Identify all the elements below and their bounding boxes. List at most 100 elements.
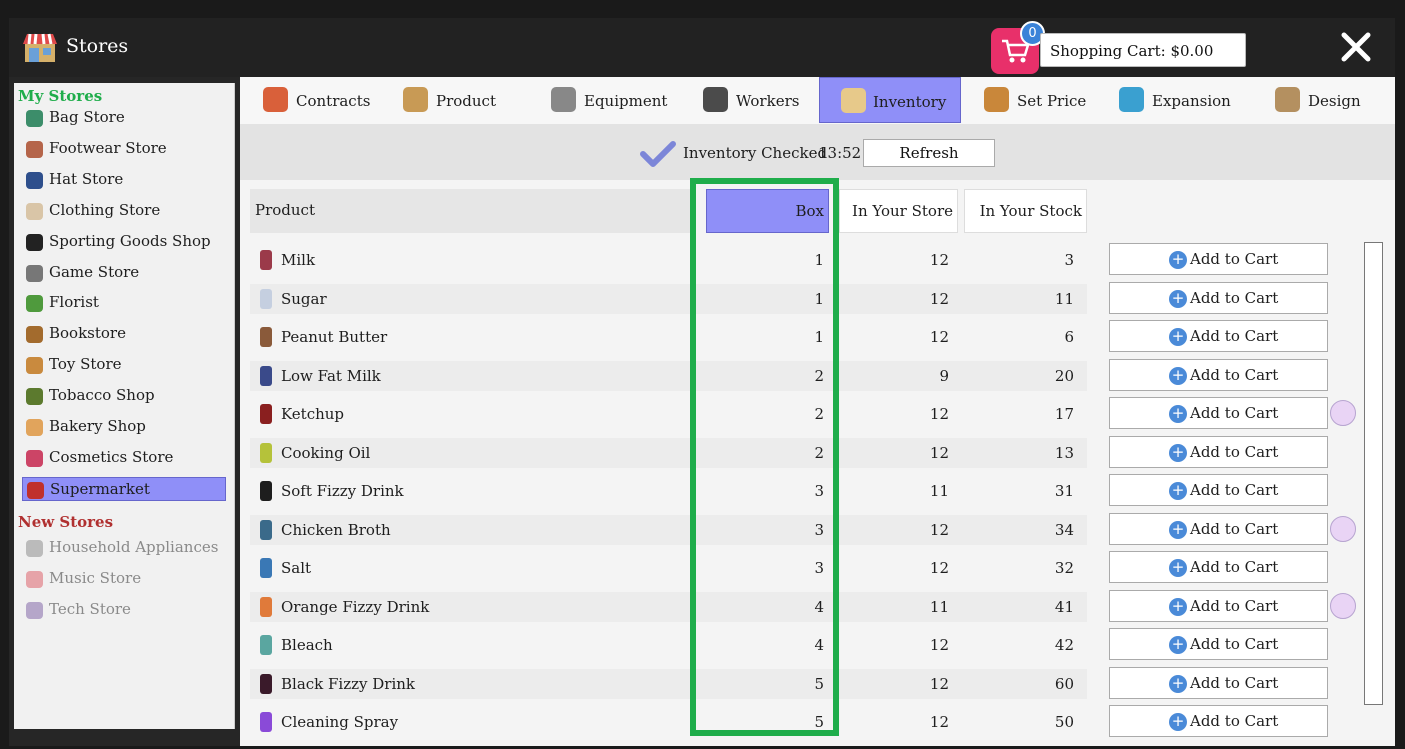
add-to-cart-label: Add to Cart: [1190, 327, 1279, 345]
in-store-count: 12: [929, 251, 949, 269]
in-store-count: 12: [929, 559, 949, 577]
sidebar-item-sporting-goods-shop[interactable]: Sporting Goods Shop: [22, 230, 226, 254]
product-icon: [260, 250, 272, 270]
inventory-check-time: 13:52: [818, 144, 862, 162]
soccer-ball-icon: [26, 233, 43, 251]
sidebar-item-label: Footwear Store: [49, 138, 167, 157]
cart-total-label[interactable]: Shopping Cart: $0.00: [1040, 33, 1246, 67]
sidebar-item-florist[interactable]: Florist: [22, 291, 226, 315]
in-stock-count: 50: [1054, 713, 1074, 731]
add-to-cart-button[interactable]: + Add to Cart: [1109, 435, 1328, 468]
tab-set-price[interactable]: Set Price: [961, 77, 1095, 123]
in-stock-count: 31: [1054, 482, 1074, 500]
sidebar-item-label: Bookstore: [49, 324, 126, 343]
sidebar-item-label: Music Store: [49, 569, 142, 587]
plus-icon: +: [1169, 559, 1187, 577]
add-to-cart-label: Add to Cart: [1190, 673, 1279, 692]
refresh-button[interactable]: Refresh: [863, 139, 995, 167]
add-to-cart-button[interactable]: + Add to Cart: [1109, 281, 1328, 314]
tab-inventory[interactable]: Inventory: [819, 77, 961, 123]
product-icon: [260, 404, 272, 424]
sidebar-item-hat-store[interactable]: Hat Store: [22, 168, 226, 192]
sidebar-item-bag-store[interactable]: Bag Store: [22, 106, 226, 130]
promotion-icon[interactable]: [1330, 400, 1356, 426]
sidebar-item-footwear-store[interactable]: Footwear Store: [22, 137, 226, 161]
cosmetics-icon: [26, 449, 43, 467]
sidebar-item-tech-store[interactable]: Tech Store: [22, 598, 226, 622]
tab-design[interactable]: Design: [1252, 77, 1395, 123]
promotion-icon[interactable]: [1330, 592, 1356, 619]
sidebar-item-toy-store[interactable]: Toy Store: [22, 353, 226, 377]
sidebar-item-clothing-store[interactable]: Clothing Store: [22, 199, 226, 223]
close-icon[interactable]: [1339, 30, 1373, 64]
add-to-cart-button[interactable]: + Add to Cart: [1109, 589, 1328, 622]
gamepad-icon: [26, 264, 43, 282]
sidebar-item-bookstore[interactable]: Bookstore: [22, 322, 226, 346]
add-to-cart-label: Add to Cart: [1190, 442, 1279, 461]
tab-equipment[interactable]: Equipment: [528, 77, 670, 123]
add-to-cart-button[interactable]: + Add to Cart: [1109, 705, 1328, 737]
box-count: 3: [814, 482, 824, 500]
in-store-count: 12: [929, 713, 949, 731]
in-store-count: 12: [929, 674, 949, 693]
teddy-bear-icon: [26, 357, 43, 375]
sidebar-item-supermarket[interactable]: Supermarket: [22, 476, 226, 501]
sidebar-item-bakery-shop[interactable]: Bakery Shop: [22, 415, 226, 439]
product-name: Black Fizzy Drink: [281, 674, 416, 693]
table-row: Soft Fizzy Drink 3 11 31: [250, 476, 1087, 506]
box-count: 1: [814, 289, 824, 308]
in-store-count: 12: [929, 520, 949, 539]
sidebar-item-label: Household Appliances: [49, 538, 219, 556]
add-to-cart-button[interactable]: + Add to Cart: [1109, 243, 1328, 275]
in-store-count: 12: [929, 443, 949, 462]
sidebar-item-game-store[interactable]: Game Store: [22, 261, 226, 285]
box-count: 1: [814, 328, 824, 346]
guitar-icon: [26, 571, 43, 588]
tab-product[interactable]: Product: [380, 77, 514, 123]
add-to-cart-button[interactable]: + Add to Cart: [1109, 551, 1328, 583]
product-icon: [260, 327, 272, 347]
product-name: Chicken Broth: [281, 520, 391, 539]
tab-workers[interactable]: Workers: [680, 77, 808, 123]
column-header-in-stock[interactable]: In Your Stock: [964, 189, 1087, 233]
box-icon: [403, 87, 428, 112]
tab-contracts[interactable]: Contracts: [240, 77, 380, 123]
add-to-cart-button[interactable]: + Add to Cart: [1109, 666, 1328, 699]
plus-icon: +: [1169, 713, 1187, 731]
store-sidebar: My Stores Bag Store Footwear Store Hat Sto…: [14, 83, 235, 729]
box-count: 4: [814, 636, 824, 654]
sidebar-item-cosmetics-store[interactable]: Cosmetics Store: [22, 446, 226, 470]
add-to-cart-label: Add to Cart: [1190, 596, 1279, 615]
checkmark-icon: [640, 141, 676, 167]
product-icon: [260, 558, 272, 578]
in-stock-count: 17: [1054, 405, 1074, 423]
sidebar-item-music-store[interactable]: Music Store: [22, 567, 226, 591]
in-store-count: 11: [929, 482, 949, 500]
add-to-cart-button[interactable]: + Add to Cart: [1109, 512, 1328, 545]
my-stores-header: My Stores: [18, 87, 103, 105]
box-count: 2: [814, 405, 824, 423]
product-icon: [260, 365, 272, 386]
add-to-cart-button[interactable]: + Add to Cart: [1109, 474, 1328, 506]
sidebar-item-label: Toy Store: [49, 355, 122, 374]
column-header-in-store[interactable]: In Your Store: [839, 189, 958, 233]
add-to-cart-button[interactable]: + Add to Cart: [1109, 397, 1328, 429]
plus-icon: +: [1169, 636, 1187, 654]
promotion-icon[interactable]: [1330, 515, 1356, 542]
column-header-product[interactable]: Product: [250, 189, 695, 233]
table-scrollbar[interactable]: [1364, 242, 1383, 705]
sidebar-item-tobacco-shop[interactable]: Tobacco Shop: [22, 384, 226, 408]
add-to-cart-button[interactable]: + Add to Cart: [1109, 320, 1328, 352]
add-to-cart-button[interactable]: + Add to Cart: [1109, 628, 1328, 660]
tab-expansion[interactable]: Expansion: [1096, 77, 1248, 123]
sidebar-item-household-appliances[interactable]: Household Appliances: [22, 536, 226, 560]
column-header-box[interactable]: Box: [706, 189, 829, 233]
product-name: Orange Fizzy Drink: [281, 597, 430, 616]
expand-arrows-icon: [1119, 87, 1144, 112]
plus-icon: +: [1169, 443, 1187, 462]
add-to-cart-button[interactable]: + Add to Cart: [1109, 358, 1328, 391]
plus-icon: +: [1169, 366, 1187, 385]
product-name: Bleach: [281, 636, 333, 654]
table-row: Sugar 1 12 11: [250, 283, 1087, 314]
product-icon: [260, 712, 272, 732]
